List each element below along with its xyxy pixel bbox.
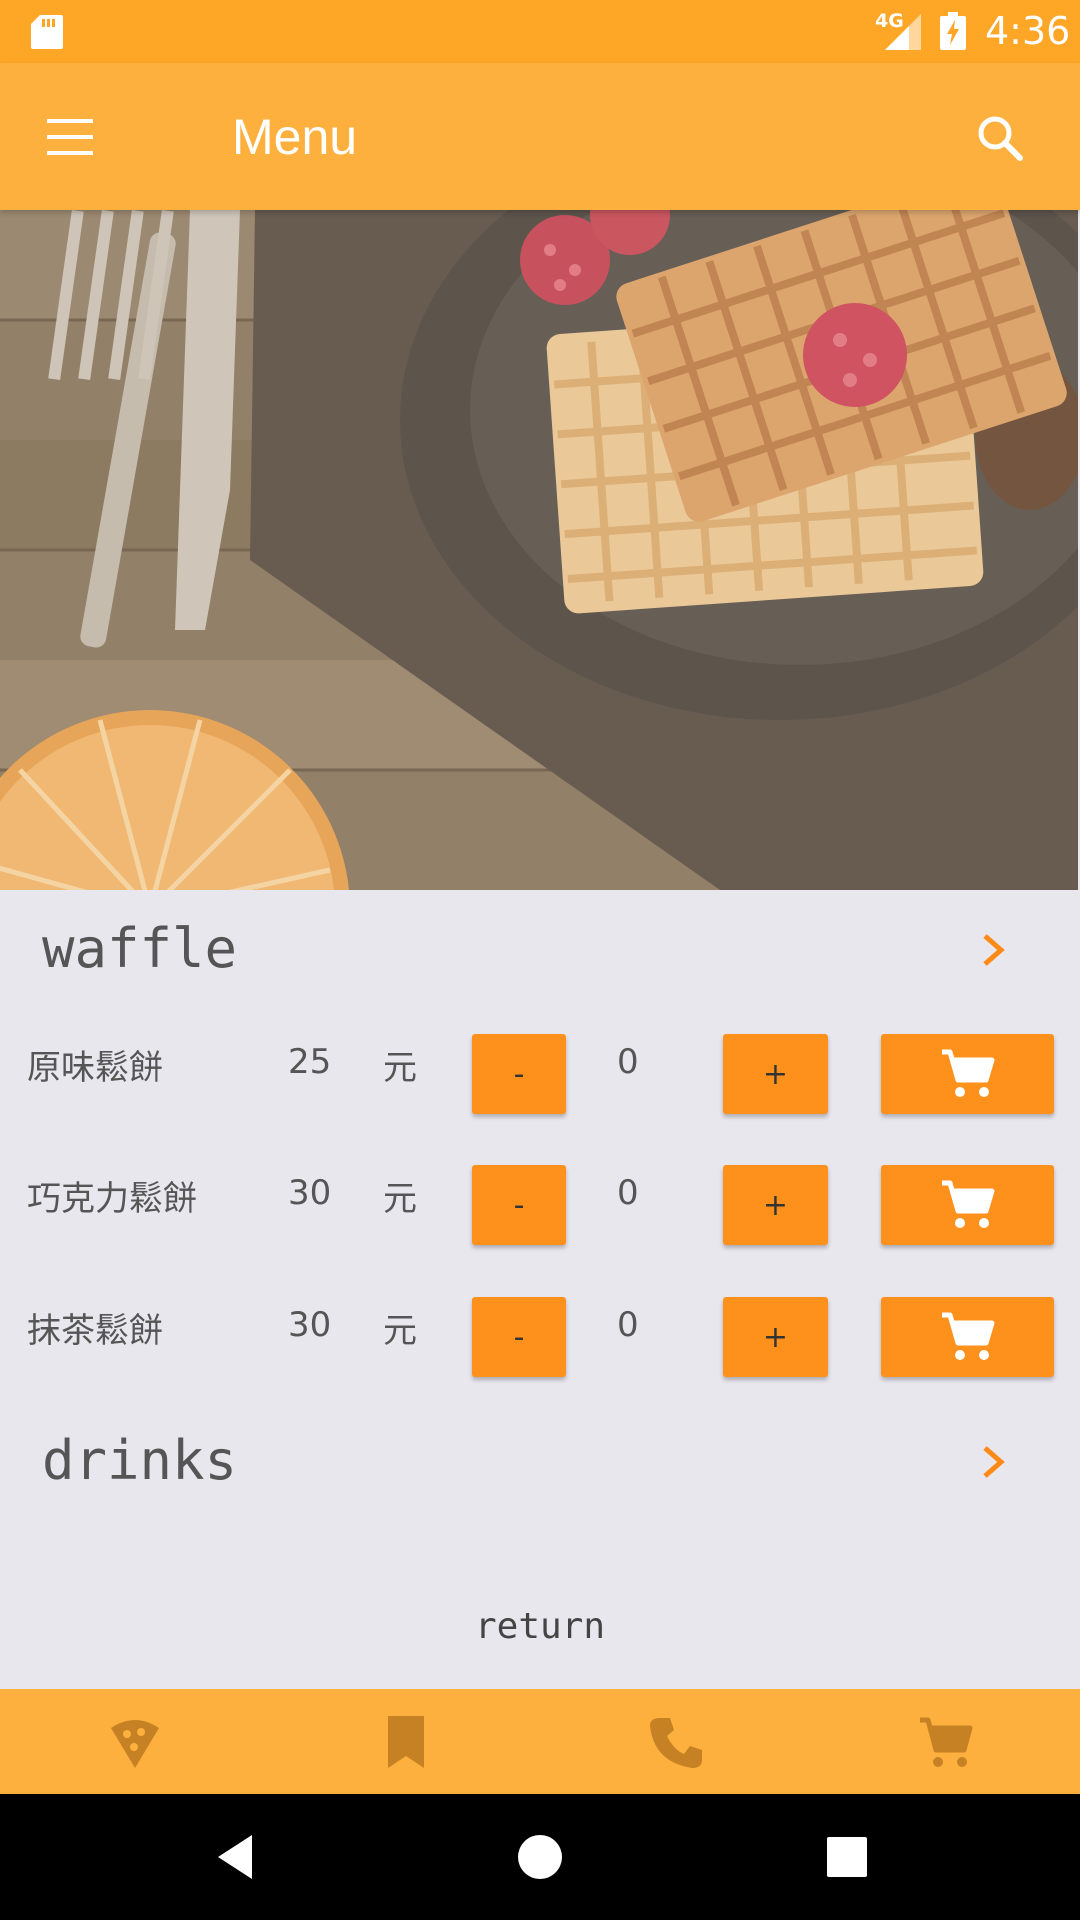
back-icon[interactable]: [212, 1832, 262, 1882]
waffles-plate-photo: [0, 210, 1078, 890]
menu-item-row: 抹茶鬆餅 30 元 - 0 +: [0, 1297, 1080, 1377]
status-bar: 4G 4:36: [0, 0, 1080, 63]
section-title-waffle: waffle: [42, 917, 238, 980]
item-price: 30: [288, 1305, 332, 1345]
menu-item-row: 原味鬆餅 25 元 - 0 +: [0, 1034, 1080, 1114]
recent-apps-icon[interactable]: [822, 1832, 872, 1882]
item-name: 巧克力鬆餅: [27, 1179, 197, 1219]
cart-icon: [941, 1312, 994, 1360]
return-button[interactable]: return: [0, 1606, 1080, 1647]
search-icon[interactable]: [975, 113, 1025, 163]
item-currency: 元: [383, 1179, 417, 1219]
chevron-right-icon[interactable]: [975, 930, 1011, 970]
signal-icon: [885, 14, 921, 50]
hero-image: [0, 210, 1078, 890]
item-quantity: 0: [617, 1042, 639, 1082]
cart-icon[interactable]: [918, 1714, 974, 1770]
cart-icon: [941, 1049, 994, 1097]
system-navigation-bar: [0, 1794, 1080, 1920]
section-header-waffle[interactable]: waffle: [0, 905, 1080, 995]
increase-quantity-button[interactable]: +: [723, 1034, 828, 1114]
page-title: Menu: [232, 109, 358, 165]
decrease-quantity-button[interactable]: -: [472, 1165, 566, 1245]
increase-quantity-button[interactable]: +: [723, 1165, 828, 1245]
item-price: 25: [288, 1042, 332, 1082]
battery-charging-icon: [940, 12, 966, 50]
chevron-right-icon[interactable]: [975, 1442, 1011, 1482]
add-to-cart-button[interactable]: [881, 1034, 1054, 1114]
item-name: 原味鬆餅: [27, 1048, 163, 1088]
section-header-drinks[interactable]: drinks: [0, 1417, 1080, 1507]
item-price: 30: [288, 1173, 332, 1213]
menu-item-row: 巧克力鬆餅 30 元 - 0 +: [0, 1165, 1080, 1245]
increase-quantity-button[interactable]: +: [723, 1297, 828, 1377]
item-currency: 元: [383, 1311, 417, 1351]
phone-icon[interactable]: [648, 1714, 704, 1770]
section-title-drinks: drinks: [42, 1429, 238, 1492]
decrease-quantity-button[interactable]: -: [472, 1034, 566, 1114]
cart-icon: [941, 1180, 994, 1228]
add-to-cart-button[interactable]: [881, 1165, 1054, 1245]
decrease-quantity-button[interactable]: -: [472, 1297, 566, 1377]
item-currency: 元: [383, 1048, 417, 1088]
sd-card-icon: [31, 15, 63, 49]
pizza-icon[interactable]: [107, 1714, 163, 1770]
item-quantity: 0: [617, 1305, 639, 1345]
menu-icon[interactable]: [45, 117, 95, 157]
item-name: 抹茶鬆餅: [27, 1311, 163, 1351]
home-icon[interactable]: [515, 1832, 565, 1882]
clock: 4:36: [985, 9, 1071, 53]
add-to-cart-button[interactable]: [881, 1297, 1054, 1377]
item-quantity: 0: [617, 1173, 639, 1213]
bottom-navigation: [0, 1689, 1080, 1794]
app-bar: Menu: [0, 63, 1080, 210]
bookmark-icon[interactable]: [378, 1714, 434, 1770]
